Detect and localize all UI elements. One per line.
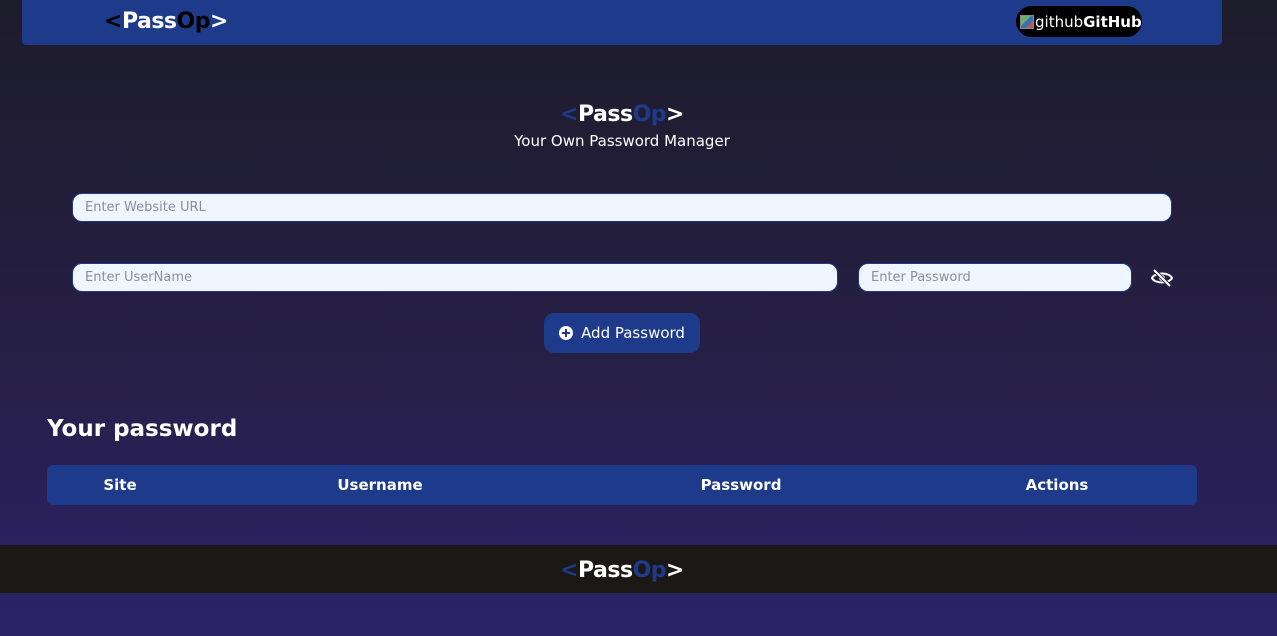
passwords-section-title: Your password <box>47 416 238 442</box>
hero-logo-pass-text: Pass <box>577 102 633 127</box>
logo-close-bracket: > <box>209 9 228 34</box>
username-input[interactable] <box>72 263 838 292</box>
add-password-label: Add Password <box>581 324 685 342</box>
footer-logo-pass-text: Pass <box>577 558 633 583</box>
github-button[interactable]: github GitHub <box>1016 6 1142 37</box>
hero-logo-op-text: Op <box>632 102 667 127</box>
logo-open-bracket: < <box>104 9 122 34</box>
add-password-button[interactable]: Add Password <box>544 313 700 353</box>
passwords-table-header: Site Username Password Actions <box>47 465 1197 505</box>
toggle-password-visibility-icon[interactable] <box>1150 267 1174 289</box>
navbar: <PassOp> github GitHub <box>22 0 1222 45</box>
hero-logo: <PassOp> <box>0 102 1244 127</box>
github-icon-alt-text: github <box>1035 12 1084 31</box>
github-icon <box>1020 14 1034 29</box>
footer-logo-close-bracket: > <box>666 558 684 583</box>
footer-logo: <PassOp> <box>0 558 1244 583</box>
add-circle-icon <box>559 326 574 340</box>
column-header-password: Password <box>700 476 782 494</box>
github-button-label: GitHub <box>1083 12 1142 31</box>
column-header-username: Username <box>337 476 423 494</box>
footer-logo-op-text: Op <box>632 558 667 583</box>
website-url-input[interactable] <box>72 193 1172 222</box>
footer: <PassOp> <box>0 545 1277 593</box>
hero-tagline: Your Own Password Manager <box>514 132 730 150</box>
hero-logo-open-bracket: < <box>560 102 578 127</box>
footer-logo-open-bracket: < <box>560 558 578 583</box>
hero-logo-close-bracket: > <box>666 102 684 127</box>
logo-pass-text: Pass <box>121 9 177 34</box>
column-header-site: Site <box>103 476 137 494</box>
navbar-logo[interactable]: <PassOp> <box>104 9 228 34</box>
password-input[interactable] <box>858 263 1132 292</box>
logo-op-text: Op <box>176 9 211 34</box>
column-header-actions: Actions <box>1025 476 1089 494</box>
